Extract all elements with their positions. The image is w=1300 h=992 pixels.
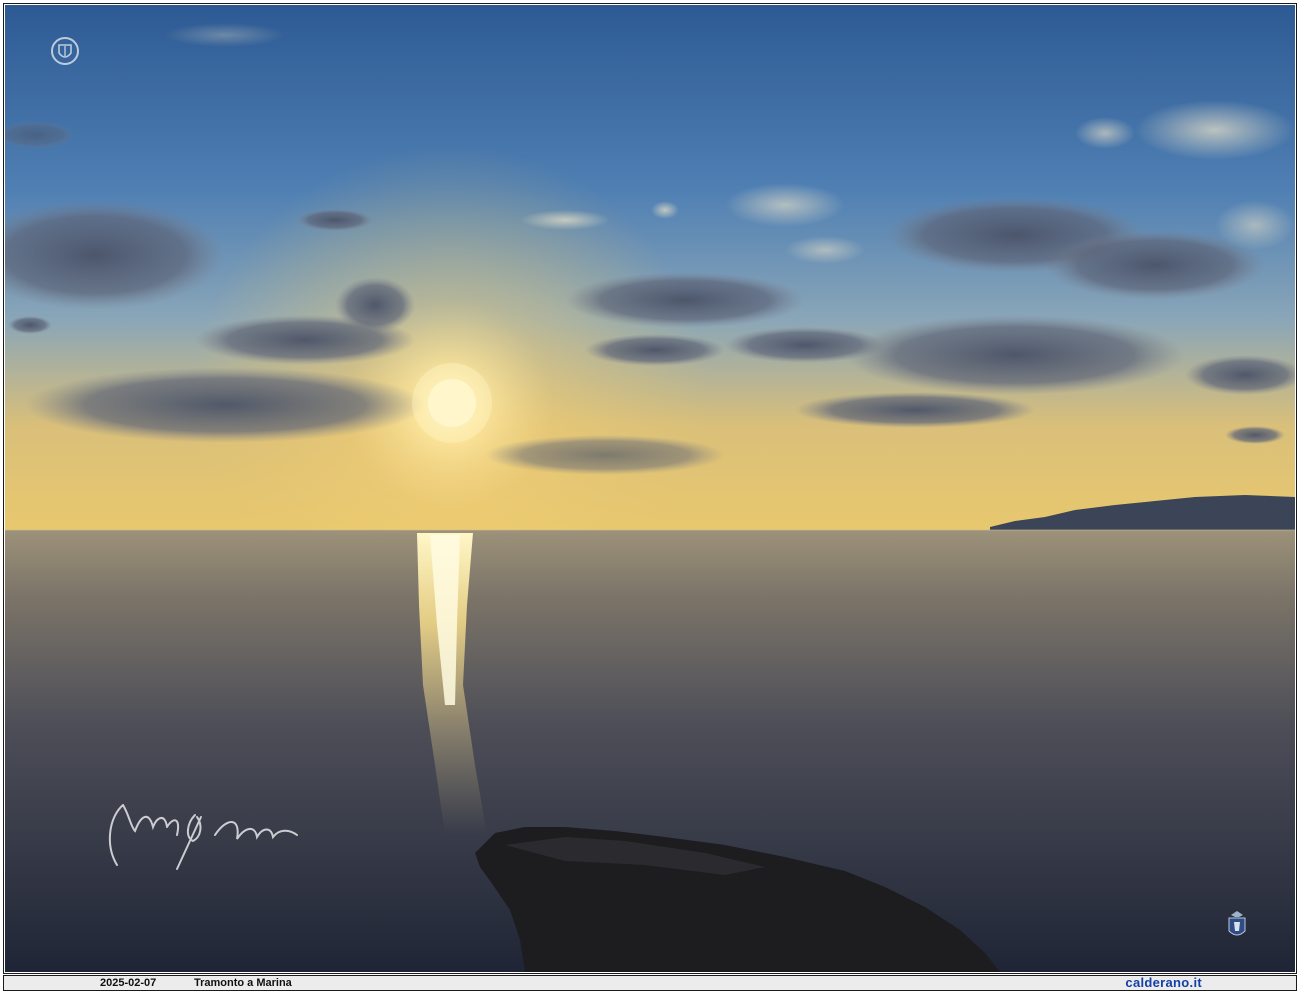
sunset-photo xyxy=(5,5,1295,972)
photo-date: 2025-02-07 xyxy=(100,977,157,989)
caption-bar: 2025-02-07 Tramonto a Marina calderano.i… xyxy=(3,975,1297,991)
site-link[interactable]: calderano.it xyxy=(1125,976,1202,990)
photo-title: Tramonto a Marina xyxy=(194,977,292,989)
